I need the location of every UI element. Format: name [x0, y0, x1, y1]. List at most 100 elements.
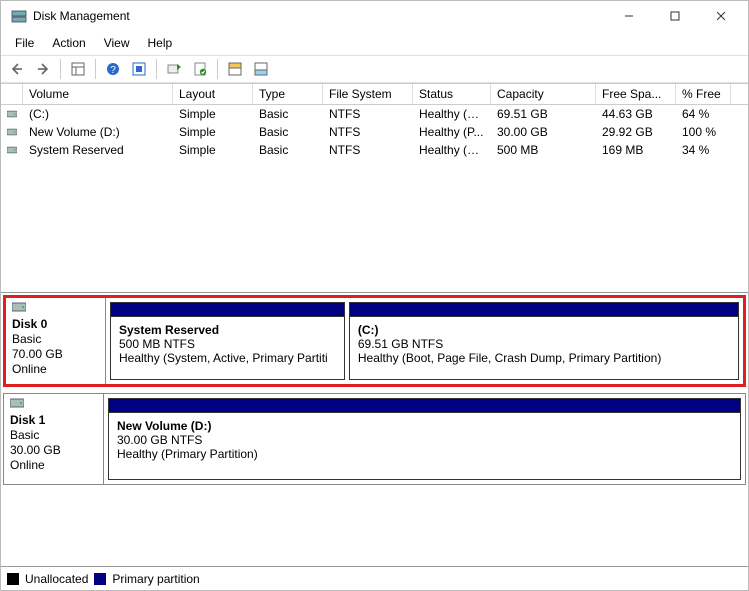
disk-info[interactable]: Disk 0Basic70.00 GBOnline	[6, 298, 106, 384]
disk-row[interactable]: Disk 0Basic70.00 GBOnlineSystem Reserved…	[3, 295, 746, 387]
cell-capacity: 69.51 GB	[491, 107, 596, 121]
cell-freespace: 44.63 GB	[596, 107, 676, 121]
partition-status: Healthy (System, Active, Primary Partiti	[119, 351, 336, 365]
legend-label-primary: Primary partition	[112, 572, 199, 586]
disk-size: 70.00 GB	[12, 347, 99, 361]
disk-row[interactable]: Disk 1Basic30.00 GBOnlineNew Volume (D:)…	[3, 393, 746, 485]
header-type[interactable]: Type	[253, 84, 323, 104]
menubar: File Action View Help	[1, 31, 748, 55]
partition-size: 500 MB NTFS	[119, 337, 336, 351]
titlebar[interactable]: Disk Management	[1, 1, 748, 31]
partition-size: 30.00 GB NTFS	[117, 433, 732, 447]
partition-stripe	[111, 303, 344, 317]
header-filesystem[interactable]: File System	[323, 84, 413, 104]
cell-filesystem: NTFS	[323, 143, 413, 157]
window-title: Disk Management	[33, 9, 606, 23]
menu-file[interactable]: File	[7, 33, 42, 53]
partition-stripe	[350, 303, 738, 317]
header-pctfree[interactable]: % Free	[676, 84, 731, 104]
partition-body: New Volume (D:)30.00 GB NTFSHealthy (Pri…	[109, 413, 740, 479]
partition-size: 69.51 GB NTFS	[358, 337, 730, 351]
cell-status: Healthy (P...	[413, 125, 491, 139]
cell-volume: System Reserved	[23, 143, 173, 157]
header-layout[interactable]: Layout	[173, 84, 253, 104]
disk-partitions: New Volume (D:)30.00 GB NTFSHealthy (Pri…	[104, 394, 745, 484]
cell-pctfree: 64 %	[676, 107, 731, 121]
header-freespace[interactable]: Free Spa...	[596, 84, 676, 104]
disk-state: Online	[10, 458, 97, 472]
cell-capacity: 500 MB	[491, 143, 596, 157]
volume-row[interactable]: New Volume (D:)SimpleBasicNTFSHealthy (P…	[1, 123, 748, 141]
cell-volume: New Volume (D:)	[23, 125, 173, 139]
toolbar-separator	[95, 59, 96, 79]
legend-swatch-primary	[94, 573, 106, 585]
back-button[interactable]	[5, 57, 29, 81]
disk-state: Online	[12, 362, 99, 376]
toolbar-separator	[156, 59, 157, 79]
close-button[interactable]	[698, 1, 744, 31]
cell-volume: (C:)	[23, 107, 173, 121]
cell-layout: Simple	[173, 143, 253, 157]
disk-partitions: System Reserved500 MB NTFSHealthy (Syste…	[106, 298, 743, 384]
cell-layout: Simple	[173, 125, 253, 139]
partition[interactable]: System Reserved500 MB NTFSHealthy (Syste…	[110, 302, 345, 380]
legend-label-unallocated: Unallocated	[25, 572, 88, 586]
settings-button[interactable]	[127, 57, 151, 81]
partition-title: New Volume (D:)	[117, 419, 732, 433]
cell-filesystem: NTFS	[323, 107, 413, 121]
disk-name: Disk 0	[12, 317, 99, 331]
disk-size: 30.00 GB	[10, 443, 97, 457]
view-bottom-button[interactable]	[249, 57, 273, 81]
disk-icon	[12, 302, 99, 316]
disk-icon	[10, 398, 97, 412]
cell-pctfree: 100 %	[676, 125, 731, 139]
forward-button[interactable]	[31, 57, 55, 81]
help-button[interactable]: ?	[101, 57, 125, 81]
disk-info[interactable]: Disk 1Basic30.00 GBOnline	[4, 394, 104, 484]
volume-list-body[interactable]: (C:)SimpleBasicNTFSHealthy (B...69.51 GB…	[1, 105, 748, 292]
maximize-button[interactable]	[652, 1, 698, 31]
disk-icon	[1, 145, 23, 155]
disk-icon	[1, 127, 23, 137]
volume-row[interactable]: (C:)SimpleBasicNTFSHealthy (B...69.51 GB…	[1, 105, 748, 123]
toolbar: ?	[1, 55, 748, 83]
cell-status: Healthy (S...	[413, 143, 491, 157]
header-status[interactable]: Status	[413, 84, 491, 104]
toolbar-separator	[217, 59, 218, 79]
cell-type: Basic	[253, 143, 323, 157]
disk-type: Basic	[10, 428, 97, 442]
partition-stripe	[109, 399, 740, 413]
cell-type: Basic	[253, 125, 323, 139]
minimize-button[interactable]	[606, 1, 652, 31]
show-hide-tree-button[interactable]	[66, 57, 90, 81]
cell-capacity: 30.00 GB	[491, 125, 596, 139]
partition-body: (C:)69.51 GB NTFSHealthy (Boot, Page Fil…	[350, 317, 738, 379]
view-top-button[interactable]	[223, 57, 247, 81]
cell-layout: Simple	[173, 107, 253, 121]
legend: Unallocated Primary partition	[1, 566, 748, 590]
volume-row[interactable]: System ReservedSimpleBasicNTFSHealthy (S…	[1, 141, 748, 159]
menu-action[interactable]: Action	[44, 33, 93, 53]
refresh-button[interactable]	[162, 57, 186, 81]
menu-help[interactable]: Help	[140, 33, 181, 53]
disk-graphical-pane[interactable]: Disk 0Basic70.00 GBOnlineSystem Reserved…	[1, 293, 748, 566]
header-volume[interactable]: Volume	[23, 84, 173, 104]
cell-freespace: 29.92 GB	[596, 125, 676, 139]
cell-status: Healthy (B...	[413, 107, 491, 121]
volume-list-header: Volume Layout Type File System Status Ca…	[1, 83, 748, 105]
partition-body: System Reserved500 MB NTFSHealthy (Syste…	[111, 317, 344, 379]
header-icon-col[interactable]	[1, 84, 23, 104]
partition[interactable]: New Volume (D:)30.00 GB NTFSHealthy (Pri…	[108, 398, 741, 480]
cell-filesystem: NTFS	[323, 125, 413, 139]
partition-status: Healthy (Boot, Page File, Crash Dump, Pr…	[358, 351, 730, 365]
disk-management-window: Disk Management File Action View Help	[0, 0, 749, 591]
header-capacity[interactable]: Capacity	[491, 84, 596, 104]
menu-view[interactable]: View	[96, 33, 138, 53]
properties-button[interactable]	[188, 57, 212, 81]
volume-list-pane: Volume Layout Type File System Status Ca…	[1, 83, 748, 293]
disk-name: Disk 1	[10, 413, 97, 427]
disk-icon	[1, 109, 23, 119]
partition-status: Healthy (Primary Partition)	[117, 447, 732, 461]
partition[interactable]: (C:)69.51 GB NTFSHealthy (Boot, Page Fil…	[349, 302, 739, 380]
legend-swatch-unallocated	[7, 573, 19, 585]
